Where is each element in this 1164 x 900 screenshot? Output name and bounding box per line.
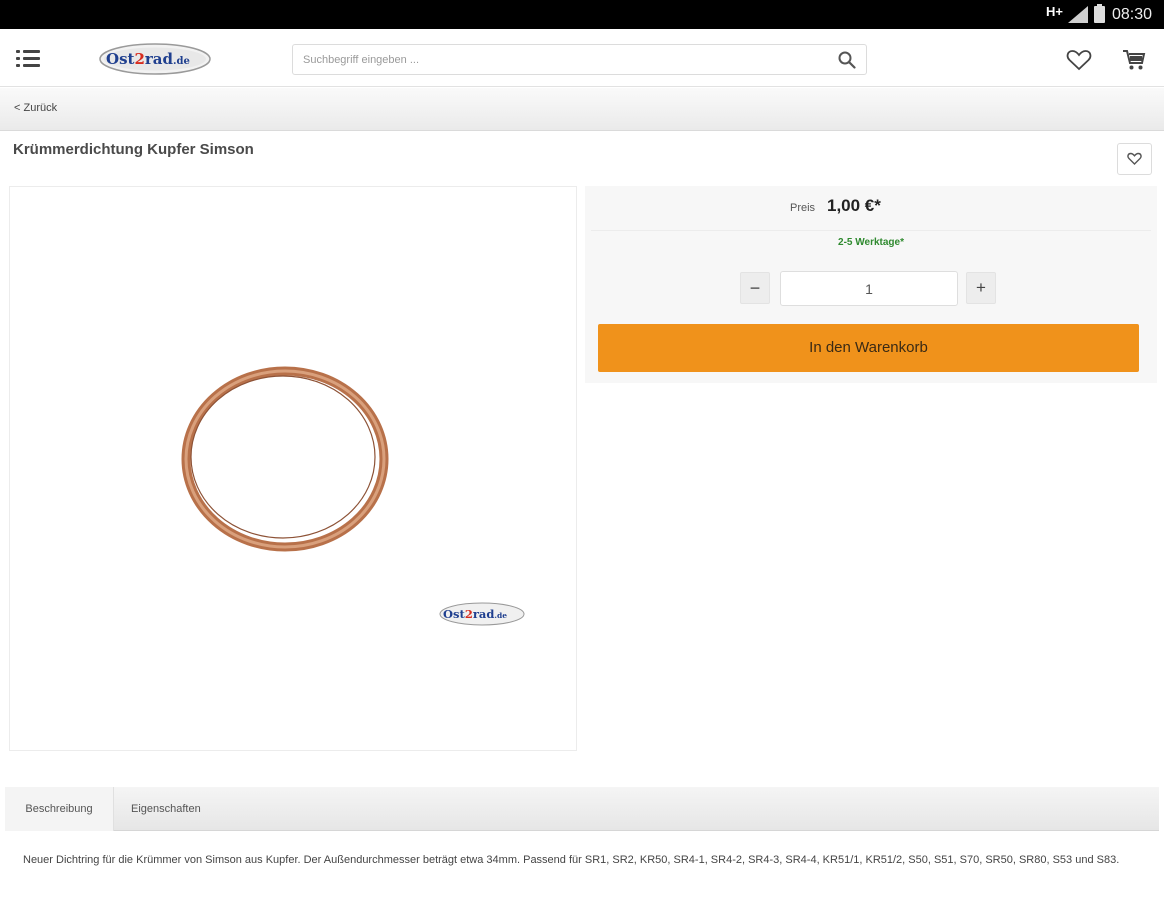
watermark-logo: Ost2rad.de (439, 602, 525, 626)
price-label: Preis (790, 202, 816, 214)
product-description: Neuer Dichtring für die Krümmer von Sims… (23, 854, 1120, 866)
network-type: H+ (1046, 4, 1063, 19)
search-input[interactable] (303, 51, 823, 69)
quantity-decrease-button[interactable]: − (740, 272, 770, 304)
status-time: 08:30 (1112, 6, 1153, 23)
quantity-increase-button[interactable]: + (966, 272, 996, 304)
add-to-cart-button[interactable]: In den Warenkorb (598, 324, 1139, 372)
tab-description[interactable]: Beschreibung (5, 787, 114, 831)
divider (591, 230, 1151, 231)
compare-button[interactable] (1117, 143, 1152, 175)
product-image[interactable]: Ost2rad.de (9, 186, 577, 751)
back-bar: < Zurück (0, 88, 1164, 131)
status-bar: H+ 08:30 (0, 0, 1164, 29)
signal-icon (1068, 6, 1088, 23)
cart-icon[interactable] (1122, 49, 1146, 71)
battery-icon (1094, 4, 1105, 23)
price-value: 1,00 €* (827, 196, 881, 215)
copper-ring-image (181, 366, 389, 552)
delivery-time: 2-5 Werktage* (838, 237, 904, 248)
tab-bar: Beschreibung Eigenschaften (5, 787, 1159, 831)
search-box[interactable] (292, 44, 867, 75)
search-icon[interactable] (838, 51, 856, 69)
buy-box: Preis 1,00 €* 2-5 Werktage* − + In den W… (585, 186, 1157, 383)
menu-icon[interactable] (16, 50, 40, 68)
product-title: Krümmerdichtung Kupfer Simson (13, 141, 254, 158)
quantity-input[interactable] (780, 271, 958, 306)
compare-icon (1127, 152, 1142, 165)
back-link[interactable]: < Zurück (14, 102, 57, 114)
tab-properties[interactable]: Eigenschaften (131, 787, 211, 831)
heart-icon[interactable] (1066, 49, 1092, 71)
header: Ost2rad.de (0, 29, 1164, 87)
site-logo[interactable]: Ost2rad.de (98, 41, 212, 77)
